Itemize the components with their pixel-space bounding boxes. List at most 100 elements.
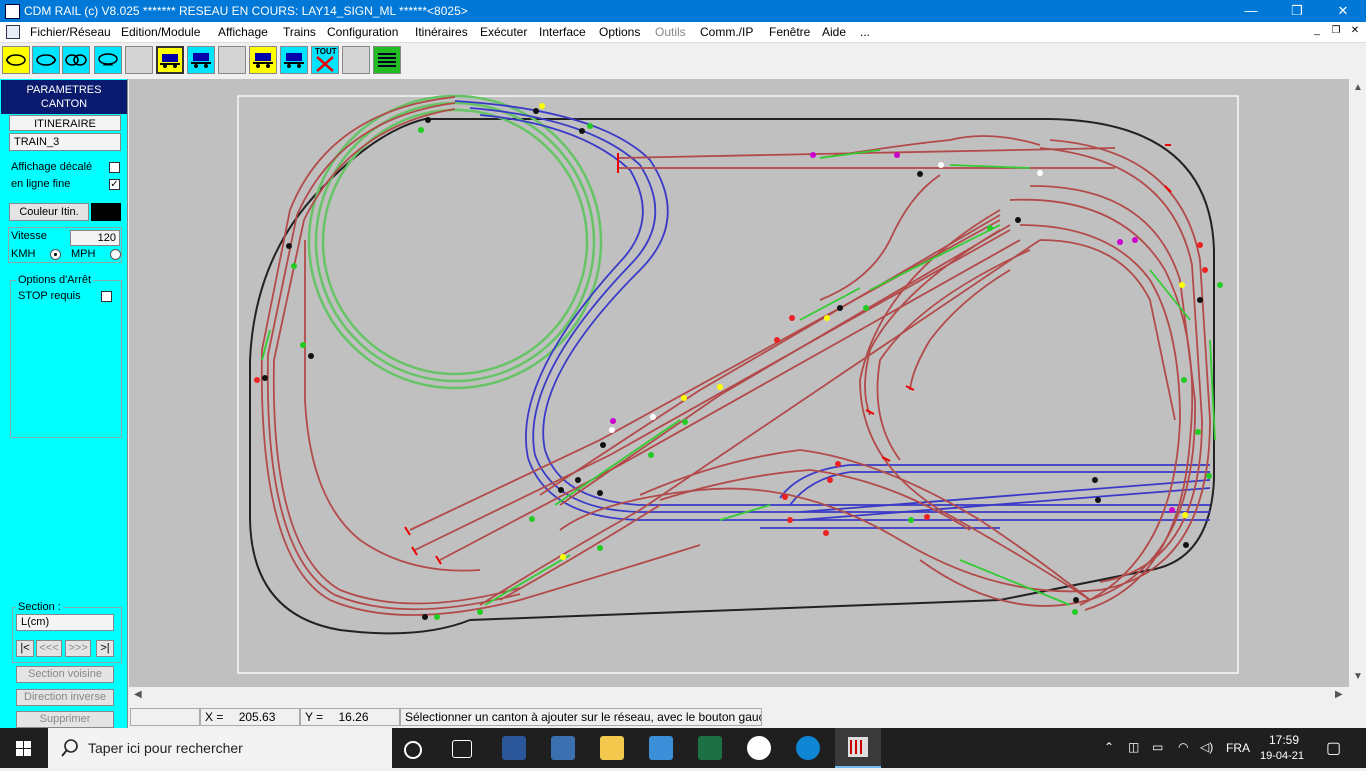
train-yellow-tool[interactable] [156,46,184,74]
red-tracks[interactable] [260,96,1211,616]
loop-double-icon [65,54,87,66]
search-icon [61,739,78,757]
close-button[interactable]: ✕ [1320,0,1366,22]
scroll-corner [1349,687,1366,704]
track-layout-drawing[interactable] [129,79,1349,687]
task-view-icon[interactable] [404,741,422,759]
layout-canvas[interactable] [129,79,1349,687]
menu-affichage[interactable]: Affichage [218,25,268,39]
chrome-icon[interactable] [747,736,771,760]
loop-double-tool[interactable] [62,46,90,74]
toolbar: TOUT [0,43,1366,80]
remote-desktop-icon[interactable] [649,736,673,760]
delete-all-icon [316,56,334,72]
mdi-minimize-button[interactable]: _ [1310,24,1324,38]
menu-trains[interactable]: Trains [283,25,316,39]
scroll-left-icon[interactable]: ◀ [134,689,142,700]
loop-reverse-tool[interactable] [94,46,122,74]
windows-logo-icon [16,741,31,756]
mdi-restore-button[interactable]: ❐ [1329,24,1343,38]
menu-outils[interactable]: Outils [655,25,686,39]
train-yellow-2-tool[interactable] [249,46,277,74]
windows-taskbar: Taper ici pour rechercher ⌃ ◫ ▭ ◠ ◁) FRA… [0,728,1366,768]
blue-tracks[interactable] [454,100,1211,529]
taskbar-search[interactable]: Taper ici pour rechercher [48,728,392,768]
menu-edition[interactable]: Edition/Module [121,25,200,39]
start-button[interactable] [0,728,48,768]
train-cyan-2-tool[interactable] [280,46,308,74]
app-icon [5,4,20,19]
vertical-scrollbar[interactable]: ▲ ▼ [1349,79,1366,687]
mph-radio[interactable] [110,249,121,260]
section-next-button[interactable]: >>> [65,640,91,657]
clock-time[interactable]: 17:59 [1269,733,1299,747]
menu-bar: Fichier/Réseau Edition/Module Affichage … [0,22,1366,43]
menu-options[interactable]: Options [599,25,640,39]
couleur-itin-button[interactable]: Couleur Itin. [9,203,89,221]
x-label: X = [205,710,224,724]
en-ligne-fine-checkbox[interactable]: ✓ [109,179,120,190]
section-voisine-button[interactable]: Section voisine [16,666,114,683]
language-indicator[interactable]: FRA [1226,741,1250,755]
menu-aide[interactable]: Aide [822,25,846,39]
section-field[interactable]: L(cm) [16,614,114,631]
stop-requis-label: STOP requis [18,290,81,302]
train-cyan-tool[interactable] [187,46,215,74]
menu-interface[interactable]: Interface [539,25,586,39]
tray-chevron-icon[interactable]: ⌃ [1104,740,1114,754]
loop-left-tool[interactable] [2,46,30,74]
scroll-up-icon[interactable]: ▲ [1353,82,1363,93]
wifi-icon[interactable]: ◠ [1178,740,1188,754]
panel-header-line2: CANTON [40,98,88,110]
section-first-button[interactable]: |< [16,640,34,657]
notifications-icon[interactable]: ▢ [1326,738,1341,758]
word-icon[interactable] [502,736,526,760]
menu-configuration[interactable]: Configuration [327,25,398,39]
menu-more[interactable]: ... [860,25,870,39]
volume-icon[interactable]: ◁) [1200,740,1213,754]
vitesse-input[interactable]: 120 [70,230,120,246]
itineraire-field[interactable]: TRAIN_3 [9,133,121,151]
maximize-button[interactable]: ❐ [1274,0,1320,22]
horizontal-scrollbar[interactable]: ◀ ▶ [129,687,1349,704]
affichage-decale-checkbox[interactable] [109,162,120,173]
loop-right-tool[interactable] [32,46,60,74]
section-prev-button[interactable]: <<< [36,640,62,657]
document-icon[interactable] [6,25,20,39]
menu-comm-ip[interactable]: Comm./IP [700,25,753,39]
clock-date[interactable]: 19-04-21 [1260,750,1304,762]
excel-icon[interactable] [698,736,722,760]
tray-network-drive-icon[interactable]: ◫ [1128,740,1139,754]
file-explorer-icon[interactable] [600,736,624,760]
minimize-button[interactable]: — [1228,0,1274,22]
section-last-button[interactable]: >| [96,640,114,657]
train-icon [160,54,180,68]
scroll-right-icon[interactable]: ▶ [1335,689,1343,700]
cdm-rail-icon [848,737,868,757]
stop-requis-checkbox[interactable] [101,291,112,302]
menu-fichier[interactable]: Fichier/Réseau [30,25,111,39]
couleur-swatch[interactable] [91,203,121,221]
menu-fenetre[interactable]: Fenêtre [769,25,810,39]
widgets-icon[interactable] [452,740,472,758]
store-icon[interactable] [551,736,575,760]
battery-icon[interactable]: ▭ [1152,740,1163,754]
edge-icon[interactable] [796,736,820,760]
x-value: 205.63 [238,710,276,724]
empty-tool-2[interactable] [218,46,246,74]
mdi-close-button[interactable]: ✕ [1348,24,1362,38]
kmh-radio[interactable] [50,249,61,260]
menu-executer[interactable]: Exécuter [480,25,527,39]
options-arret-group [10,280,122,438]
list-icon [378,53,396,67]
supprimer-button[interactable]: Supprimer [16,711,114,728]
empty-tool-1[interactable] [125,46,153,74]
menu-itineraires[interactable]: Itinéraires [415,25,468,39]
tout-delete-tool[interactable]: TOUT [311,46,339,74]
cdm-rail-taskbar-button[interactable] [835,728,881,768]
loop-left-icon [5,54,26,66]
list-tool[interactable] [373,46,401,74]
empty-tool-3[interactable] [342,46,370,74]
direction-inverse-button[interactable]: Direction inverse [16,689,114,706]
scroll-down-icon[interactable]: ▼ [1353,671,1363,682]
